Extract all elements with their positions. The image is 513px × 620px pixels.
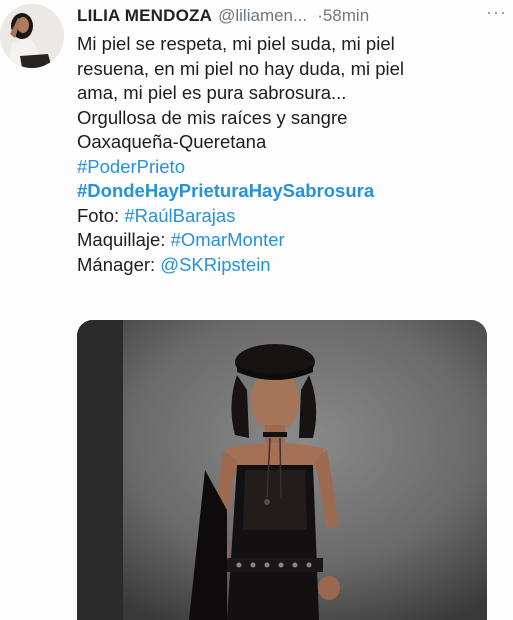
hashtag-makeup-artist[interactable]: #OmarMonter <box>171 229 285 250</box>
mention-manager[interactable]: @SKRipstein <box>160 254 270 275</box>
tweet-time[interactable]: ·58min <box>317 6 369 26</box>
avatar-photo <box>0 4 64 68</box>
tweet-line: Oaxaqueña-Queretana <box>77 131 267 152</box>
tweet-line: resuena, en mi piel no hay duda, mi piel <box>77 57 405 79</box>
avatar[interactable] <box>0 4 64 68</box>
tweet-header: LILIA MENDOZA @liliamen... ·58min ··· <box>77 2 513 28</box>
author-name[interactable]: LILIA MENDOZA <box>77 6 212 26</box>
manager-credit-label: Mánager: <box>77 253 156 275</box>
makeup-credit-label: Maquillaje: <box>77 229 166 250</box>
hashtag-donde-hay-prietura[interactable]: #DondeHayPrieturaHaySabrosura <box>77 180 374 201</box>
tweet-line: Mi piel se respeta, mi piel suda, mi pie… <box>77 33 395 54</box>
tweet-line: ama, mi piel es pura sabrosura... <box>77 82 347 103</box>
tweet-body: Mi piel se respeta, mi piel suda, mi pie… <box>77 32 507 277</box>
author-handle[interactable]: @liliamen... <box>218 6 307 26</box>
photo-credit-label: Foto: <box>77 204 120 226</box>
more-dots-icon[interactable]: ··· <box>486 2 507 23</box>
tweet-line: Orgullosa de mis raíces y sangre <box>77 106 348 128</box>
tweet-view: LILIA MENDOZA @liliamen... ·58min ··· Mi… <box>0 0 513 620</box>
tweet-photo[interactable] <box>77 320 487 620</box>
portrait-photo <box>77 320 487 620</box>
hashtag-photographer[interactable]: #RaúlBarajas <box>124 205 235 226</box>
hashtag-poder-prieto[interactable]: #PoderPrieto <box>77 156 185 177</box>
